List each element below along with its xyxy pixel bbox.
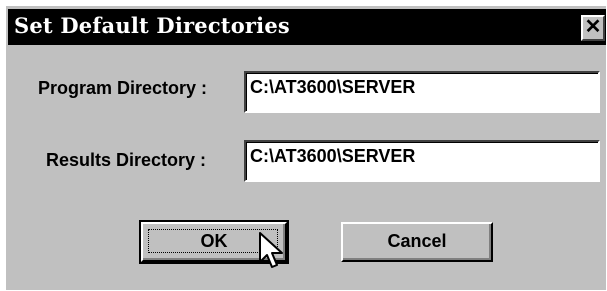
ok-button-label: OK — [200, 231, 228, 251]
close-button[interactable]: ✕ — [581, 15, 605, 41]
dialog-title: Set Default Directories — [14, 13, 290, 38]
program-directory-field[interactable]: C:\AT3600\SERVER — [244, 71, 600, 113]
cancel-button-label: Cancel — [387, 231, 447, 251]
mouse-pointer-icon — [259, 232, 283, 268]
set-default-directories-dialog: Set Default Directories ✕ Program Direct… — [4, 4, 606, 290]
results-directory-field[interactable]: C:\AT3600\SERVER — [244, 140, 600, 182]
program-directory-label: Program Directory : — [38, 78, 208, 98]
title-bar[interactable]: Set Default Directories ✕ — [8, 9, 606, 45]
results-directory-label: Results Directory : — [46, 150, 207, 170]
close-icon: ✕ — [584, 16, 602, 38]
cancel-button[interactable]: Cancel — [341, 222, 493, 262]
